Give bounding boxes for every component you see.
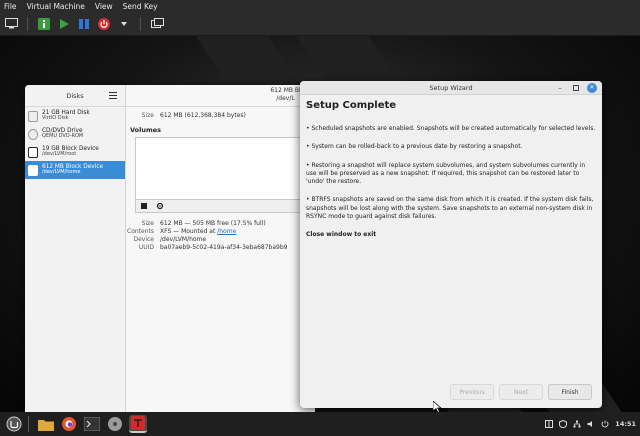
hamburger-menu-icon[interactable] [109, 91, 117, 100]
previous-button[interactable]: Previous [450, 384, 494, 400]
mint-menu-icon[interactable] [5, 415, 23, 433]
play-icon[interactable] [57, 17, 71, 31]
disks-main-pane: 612 MB Bl /dev/L Size 612 MB (612,368,38… [126, 85, 315, 412]
pause-icon[interactable] [77, 17, 91, 31]
menu-view[interactable]: View [95, 2, 113, 11]
toolbar-separator [27, 16, 28, 31]
disk-item-sub: QEMU DVD-ROM [42, 133, 84, 140]
terminal-icon[interactable] [83, 415, 101, 433]
wizard-body: • Scheduled snapshots are enabled. Snaps… [306, 125, 596, 250]
monitor-icon[interactable] [4, 17, 18, 31]
detail-uuid-value: ba07aeb9-5c02-419a-af34-3eba687ba9b9 [160, 244, 288, 251]
wizard-paragraph: • System can be rolled-back to a previou… [306, 143, 523, 151]
size-label: Size [141, 112, 154, 119]
vm-toolbar [0, 12, 640, 36]
disk-item-hard-disk[interactable]: 21 GB Hard Disk VirtIO Disk [25, 107, 125, 125]
disk-item-root[interactable]: 19 GB Block Device/dev/LVM/root [25, 143, 125, 161]
detail-contents-value: XFS — Mounted at [160, 228, 218, 235]
disks-sidebar: Disks 21 GB Hard Disk VirtIO Disk CD/DVD … [25, 85, 126, 412]
mouse-cursor-icon [433, 401, 442, 412]
wizard-paragraph: • Restoring a snapshot will replace syst… [306, 161, 586, 186]
toolbar-separator [140, 16, 141, 31]
stop-icon[interactable] [136, 200, 152, 212]
optical-disc-icon [28, 128, 38, 140]
detail-device-value: /dev/LVM/home [160, 236, 207, 243]
wizard-heading: Setup Complete [306, 100, 397, 111]
maximize-icon[interactable] [571, 83, 581, 93]
setup-wizard-window: Setup Wizard – ✕ Setup Complete • Schedu… [300, 81, 602, 408]
dropdown-icon[interactable] [117, 17, 131, 31]
detail-device-label: Device [133, 236, 154, 243]
detail-size-label: Size [141, 220, 154, 227]
clock[interactable]: 14:51 [615, 420, 636, 428]
menu-virtual-machine[interactable]: Virtual Machine [27, 2, 85, 11]
menu-send-key[interactable]: Send Key [123, 2, 158, 11]
block-device-icon [28, 146, 38, 158]
disk-header-title: 612 MB Bl /dev/L [126, 85, 315, 107]
wizard-title: Setup Wizard [429, 84, 473, 92]
disks-header: Disks [25, 85, 125, 107]
disk-item-sub: /dev/LVM/root [42, 151, 77, 158]
info-icon[interactable] [37, 17, 51, 31]
wizard-closing-note: Close window to exit [306, 231, 377, 239]
network-icon[interactable] [573, 420, 581, 428]
system-tray: 14:51 [545, 412, 636, 436]
volume-icon[interactable] [587, 420, 595, 428]
detail-size-value: 612 MB — 505 MB free (17.5% full) [160, 220, 266, 227]
book-icon[interactable] [545, 420, 554, 428]
detail-uuid-row: UUID ba07aeb9-5c02-419a-af34-3eba687ba9b… [124, 244, 288, 251]
detail-device-row: Device /dev/LVM/home [124, 236, 287, 243]
volume-toolbar [135, 200, 315, 213]
disk-item-sub: VirtIO Disk [42, 115, 69, 122]
disk-item-home[interactable]: 612 MB Block Device/dev/LVM/home [25, 161, 125, 179]
files-icon[interactable] [37, 415, 55, 433]
guest-desktop: Disks 21 GB Hard Disk VirtIO Disk CD/DVD … [0, 36, 640, 412]
volume-graphic[interactable]: H 612 [135, 137, 315, 200]
power-status-icon[interactable] [601, 420, 609, 428]
disks-icon[interactable] [106, 415, 124, 433]
disks-title: Disks [66, 91, 84, 100]
finish-button[interactable]: Finish [548, 384, 592, 400]
timeshift-icon[interactable] [129, 415, 147, 433]
detail-uuid-label: UUID [138, 244, 154, 251]
disk-item-sub: /dev/LVM/home [42, 169, 81, 176]
close-icon[interactable]: ✕ [587, 83, 597, 93]
fullscreen-icon[interactable] [150, 17, 164, 31]
taskbar: 14:51 [0, 412, 640, 436]
wizard-button-row: Previous Next Finish [450, 384, 592, 400]
detail-contents-row: Contents XFS — Mounted at /home [124, 228, 287, 235]
volumes-heading: Volumes [130, 126, 162, 134]
block-device-icon [28, 164, 38, 176]
menu-file[interactable]: File [4, 2, 17, 11]
power-icon[interactable] [97, 17, 111, 31]
detail-size-row: Size 612 MB — 505 MB free (17.5% full) [124, 220, 287, 227]
wizard-titlebar: Setup Wizard – ✕ [300, 81, 602, 95]
wizard-paragraph: • Scheduled snapshots are enabled. Snaps… [306, 125, 596, 132]
hard-disk-icon [28, 110, 38, 122]
taskbar-separator [28, 416, 29, 432]
wizard-paragraph: • BTRFS snapshots are saved on the same … [306, 196, 594, 221]
detail-contents-label: Contents [127, 228, 154, 235]
minimize-icon[interactable]: – [555, 83, 565, 93]
updates-shield-icon[interactable] [559, 420, 568, 428]
gear-icon[interactable] [152, 200, 168, 212]
disk-item-cd-dvd[interactable]: CD/DVD Drive QEMU DVD-ROM [25, 125, 125, 143]
disks-window: Disks 21 GB Hard Disk VirtIO Disk CD/DVD … [25, 85, 315, 412]
size-value: 612 MB (612,368,384 bytes) [160, 112, 246, 119]
next-button[interactable]: Next [499, 384, 543, 400]
firefox-icon[interactable] [60, 415, 78, 433]
volume-details: Size 612 MB — 505 MB free (17.5% full) C… [124, 220, 287, 251]
vm-menubar: File Virtual Machine View Send Key [0, 0, 640, 12]
mount-point-link[interactable]: /home [217, 228, 236, 235]
disk-size-row: Size 612 MB (612,368,384 bytes) [124, 112, 246, 119]
